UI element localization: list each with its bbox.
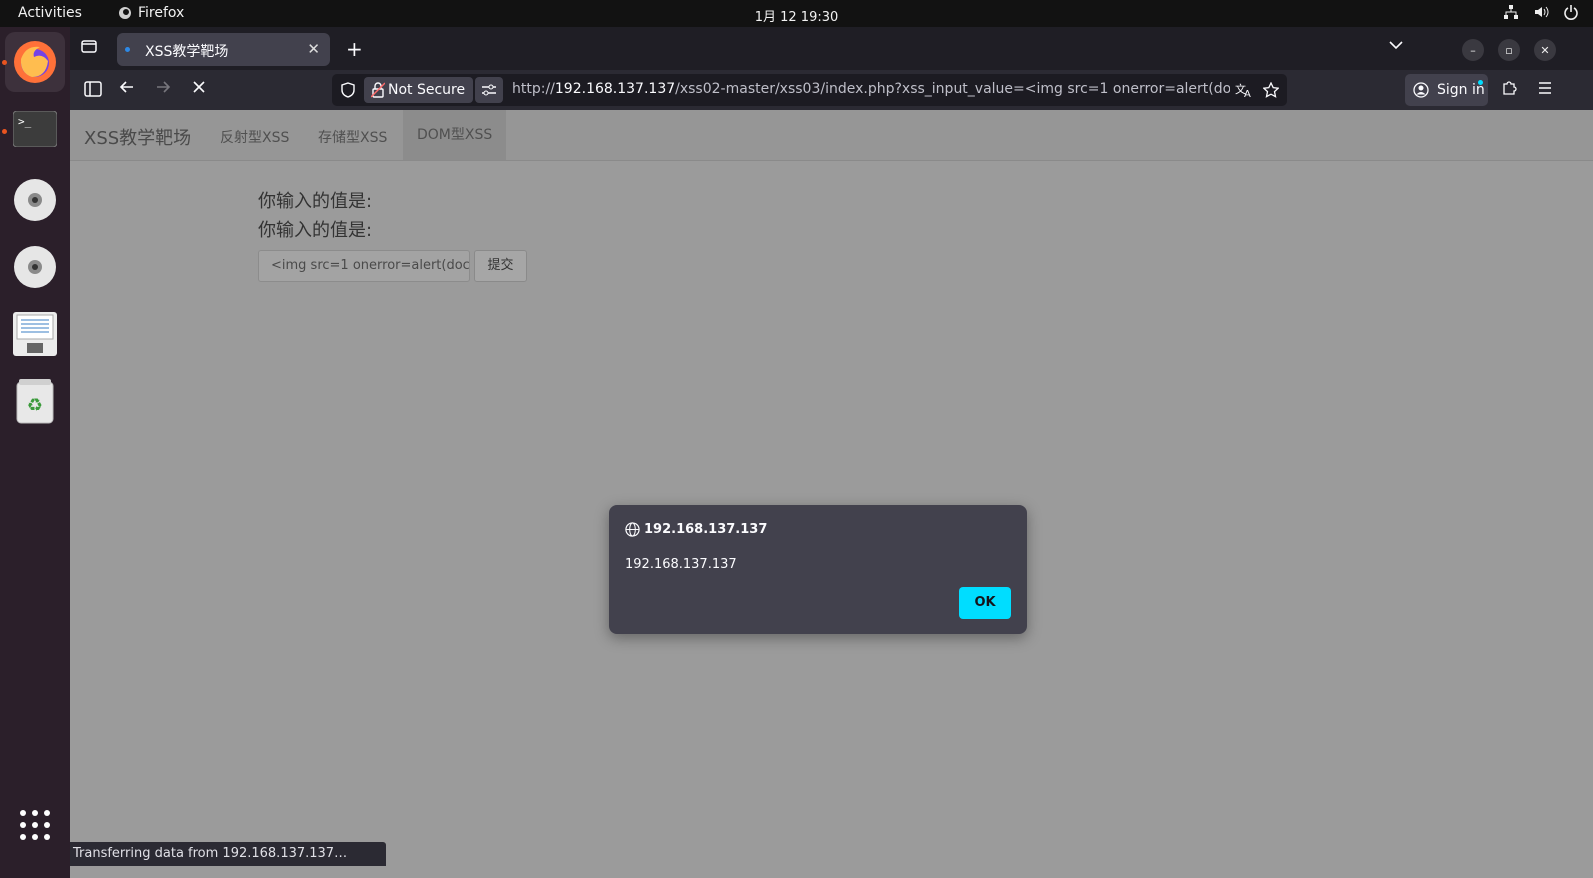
alert-message: 192.168.137.137 — [625, 557, 737, 572]
site-brand[interactable]: XSS教学靶场 — [84, 124, 191, 150]
output-line-1: 你输入的值是: — [258, 191, 373, 212]
svg-text:>_: >_ — [18, 115, 32, 128]
dock-terminal[interactable]: >_ — [5, 99, 65, 159]
status-panel: Transferring data from 192.168.137.137… — [70, 842, 386, 866]
volume-icon — [1535, 6, 1549, 18]
app-menu-button[interactable] — [1537, 80, 1553, 100]
tab-close-icon[interactable]: ✕ — [307, 40, 320, 58]
nav-dom-xss[interactable]: DOM型XSS — [403, 110, 507, 160]
arrow-left-icon — [119, 81, 133, 93]
dock-trash[interactable]: ♻ — [5, 371, 65, 431]
output-line-2: 你输入的值是: — [258, 220, 373, 241]
hamburger-icon — [1539, 82, 1551, 94]
globe-icon — [625, 522, 640, 537]
app-grid-icon — [20, 810, 50, 840]
chevron-down-icon — [1389, 41, 1403, 50]
dock: >_ ♻ — [0, 27, 70, 878]
app-name-label: Firefox — [138, 5, 185, 21]
new-tab-button[interactable]: + — [346, 37, 363, 61]
show-apps-button[interactable] — [5, 795, 65, 855]
browser-window: XSS教学靶场 ✕ + – ▫ ✕ Not Secure http://192.… — [70, 27, 1593, 878]
app-menu[interactable]: Firefox — [118, 5, 184, 21]
sidebar-button[interactable] — [84, 81, 102, 101]
alert-ok-button[interactable]: OK — [959, 587, 1011, 619]
nav-reflected-xss[interactable]: 反射型XSS — [220, 127, 289, 147]
trash-icon: ♻ — [16, 379, 54, 424]
maximize-button[interactable]: ▫ — [1498, 39, 1520, 61]
stop-icon — [193, 81, 205, 93]
submit-button[interactable]: 提交 — [474, 250, 527, 282]
alert-origin: 192.168.137.137 — [644, 522, 768, 537]
account-icon — [1413, 82, 1429, 98]
tab-active[interactable]: XSS教学靶场 ✕ — [117, 33, 330, 66]
not-secure-badge[interactable]: Not Secure — [364, 77, 474, 103]
alert-dialog: 192.168.137.137 192.168.137.137 OK — [609, 505, 1027, 634]
sign-in-label: Sign in — [1437, 82, 1485, 98]
url-scheme: http:// — [512, 81, 555, 97]
url-bar[interactable]: Not Secure http://192.168.137.137/xss02-… — [332, 74, 1287, 106]
firefox-small-icon — [119, 7, 131, 19]
dock-firefox[interactable] — [5, 32, 65, 92]
permissions-icon — [482, 84, 496, 96]
not-secure-label: Not Secure — [388, 82, 466, 98]
url-host: 192.168.137.137 — [554, 81, 676, 97]
nav-toolbar: Not Secure http://192.168.137.137/xss02-… — [70, 70, 1593, 110]
tab-loading-indicator — [125, 47, 130, 52]
terminal-icon: >_ — [13, 111, 57, 147]
tracking-shield-icon — [341, 82, 355, 98]
firefox-icon — [14, 41, 56, 83]
insecure-lock-icon — [371, 82, 385, 98]
activities-button[interactable]: Activities — [18, 5, 82, 21]
dock-disc-1[interactable] — [5, 170, 65, 230]
tab-title: XSS教学靶场 — [145, 44, 229, 60]
network-icon — [1504, 5, 1518, 19]
translate-icon[interactable]: 文A — [1235, 82, 1253, 98]
puzzle-icon — [1503, 81, 1517, 95]
site-navbar: XSS教学靶场 反射型XSS 存储型XSS DOM型XSS — [70, 110, 1593, 161]
sign-in-button[interactable]: Sign in — [1405, 74, 1488, 106]
clock[interactable]: 1月 12 19:30 — [0, 6, 1593, 25]
firefox-view-button[interactable] — [81, 38, 97, 58]
notification-dot — [1478, 80, 1483, 85]
dock-save[interactable] — [5, 304, 65, 364]
svg-text:♻: ♻ — [27, 395, 43, 416]
extensions-button[interactable] — [1501, 80, 1517, 100]
bookmark-star-icon[interactable] — [1263, 82, 1279, 98]
url-path: /xss02-master/xss03/index.php?xss_input_… — [675, 81, 1230, 97]
disc-icon — [14, 179, 56, 221]
list-tabs-button[interactable] — [1388, 37, 1404, 57]
tab-strip: XSS教学靶场 ✕ + – ▫ ✕ — [70, 27, 1593, 70]
disc-icon — [14, 246, 56, 288]
running-indicator — [2, 129, 7, 134]
system-tray[interactable] — [1503, 4, 1579, 20]
back-button[interactable] — [119, 79, 135, 99]
close-window-button[interactable]: ✕ — [1534, 39, 1556, 61]
xss-input-field[interactable]: <img src=1 onerror=alert(docu — [258, 250, 470, 282]
arrow-right-icon — [157, 81, 171, 93]
power-icon — [1564, 5, 1578, 20]
minimize-button[interactable]: – — [1462, 39, 1484, 61]
sidebar-icon — [84, 81, 102, 97]
stop-button[interactable] — [191, 79, 207, 99]
nav-stored-xss[interactable]: 存储型XSS — [318, 127, 387, 147]
firefox-view-icon — [81, 40, 97, 53]
dock-disc-2[interactable] — [5, 237, 65, 297]
page-content: XSS教学靶场 反射型XSS 存储型XSS DOM型XSS 你输入的值是: 你输… — [70, 110, 1593, 878]
svg-text:A: A — [1244, 89, 1251, 98]
floppy-icon — [13, 312, 57, 356]
running-indicator — [2, 60, 7, 65]
forward-button[interactable] — [155, 79, 171, 99]
url-text: http://192.168.137.137/xss02-master/xss0… — [512, 81, 1230, 97]
top-bar: Activities Firefox 1月 12 19:30 — [0, 0, 1593, 27]
permissions-button[interactable] — [475, 77, 503, 103]
